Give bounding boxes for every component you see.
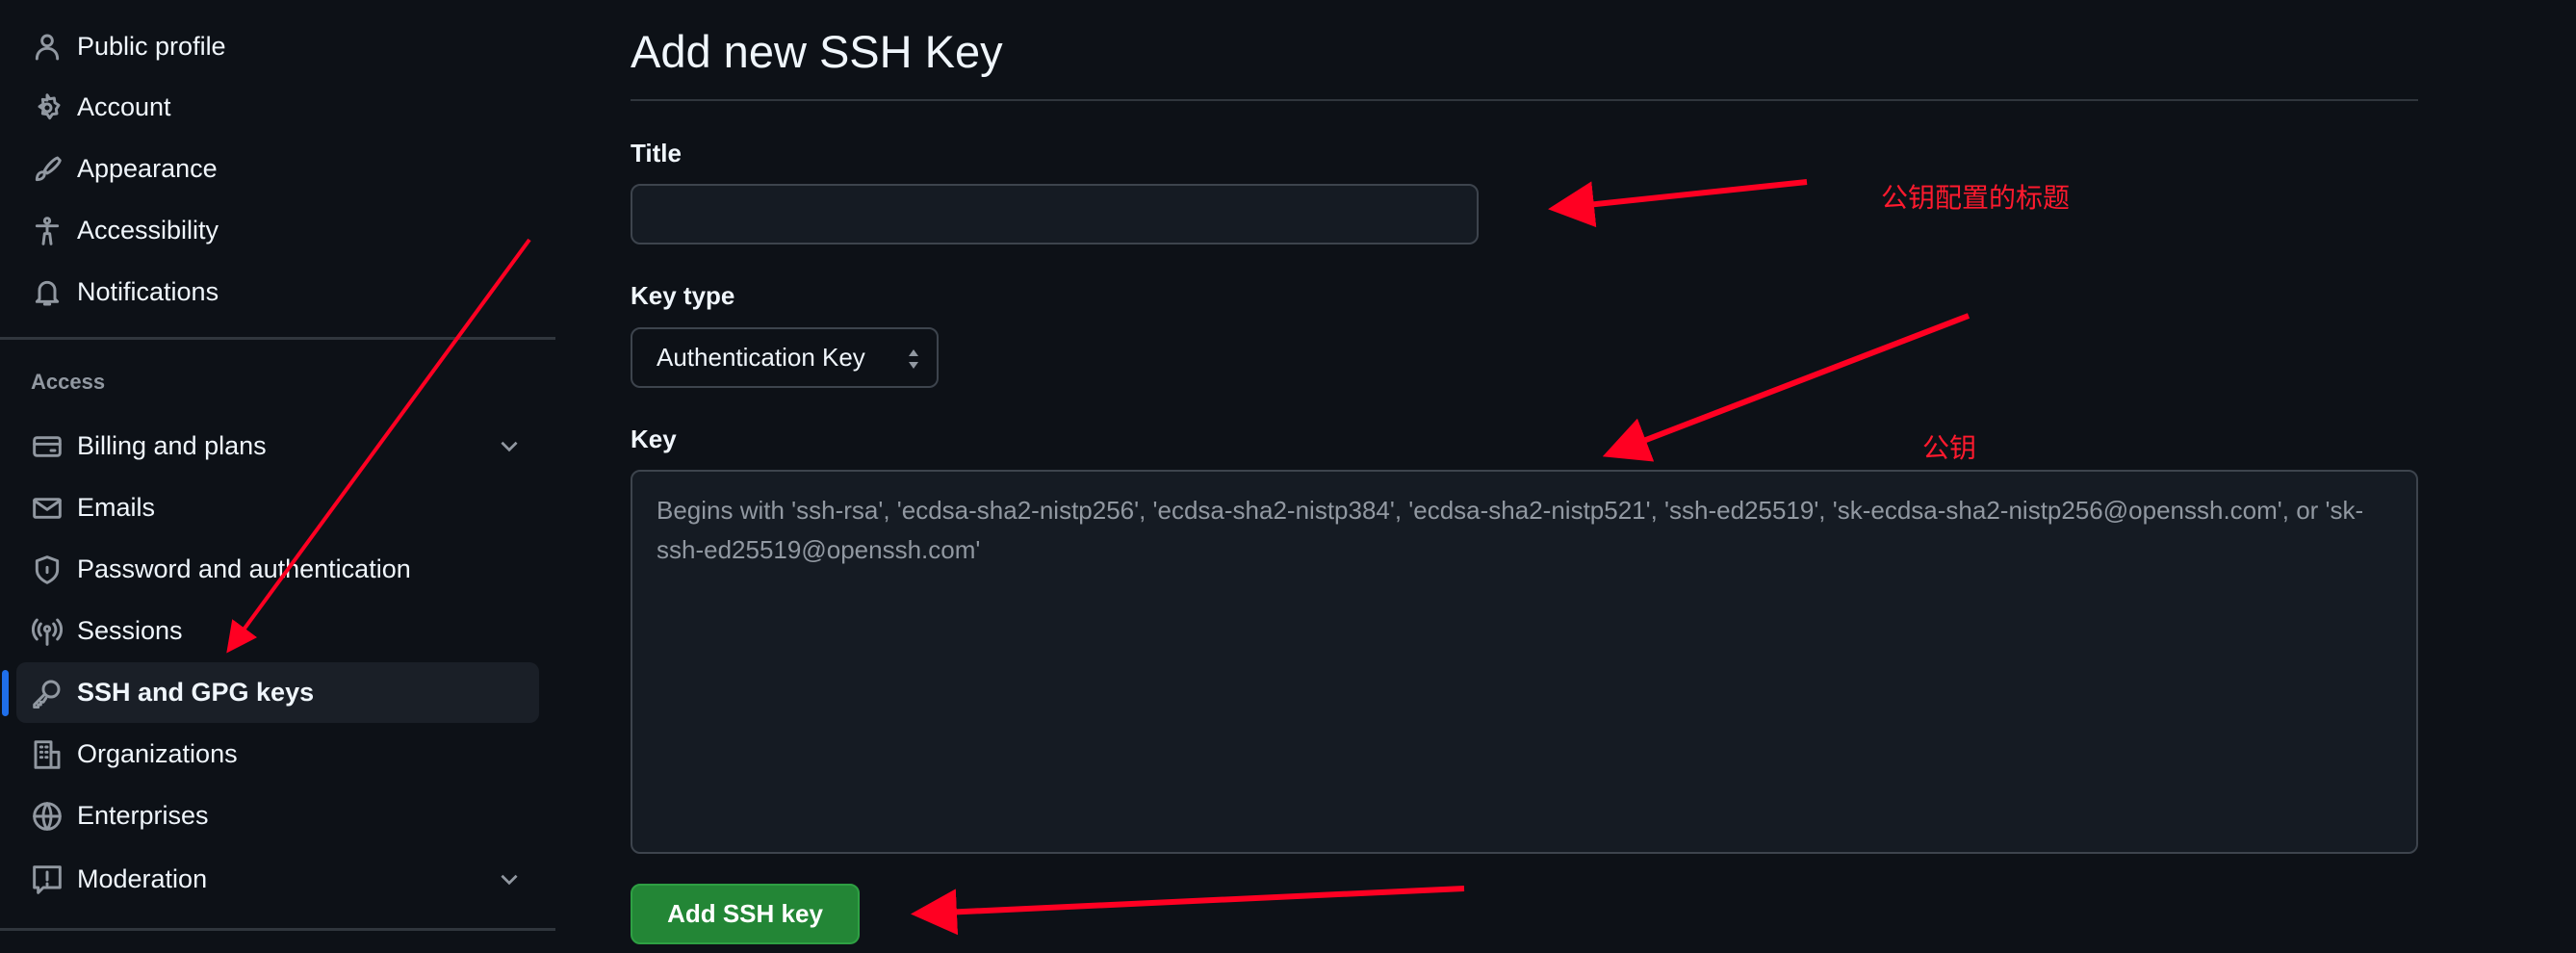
annotation-arrow-key [1602,313,1971,462]
sidebar-item-label: Moderation [77,864,208,893]
accessibility-icon [31,215,64,247]
sidebar-item-account[interactable]: Account [16,77,539,138]
globe-icon [31,800,64,833]
sidebar-section-access: Access [31,370,106,394]
mail-icon [31,492,64,525]
sidebar-item-emails[interactable]: Emails [16,477,539,538]
annotation-title-note: 公钥配置的标题 [1881,183,2071,213]
key-type-value: Authentication Key [657,343,865,372]
sidebar-item-label: Organizations [77,739,238,768]
add-ssh-key-button[interactable]: Add SSH key [631,884,860,944]
sidebar-item-organizations[interactable]: Organizations [16,724,539,785]
select-arrows-icon [909,349,918,369]
title-input[interactable] [631,184,1479,245]
shield-lock-icon [31,554,64,586]
sidebar-item-label: Sessions [77,616,183,645]
sidebar-item-label: SSH and GPG keys [77,678,315,707]
sidebar-item-password[interactable]: Password and authentication [16,539,539,600]
sidebar-item-label: Emails [77,493,156,522]
sidebar-item-label: Billing and plans [77,431,267,460]
title-divider [631,99,2418,101]
gear-icon [31,91,64,124]
active-indicator [2,670,9,716]
organization-icon [31,738,64,771]
chevron-down-icon[interactable] [497,433,522,458]
sidebar-item-label: Accessibility [77,216,219,245]
key-type-label: Key type [631,281,735,310]
person-icon [31,31,64,64]
chevron-down-icon[interactable] [497,866,522,891]
sidebar-item-accessibility[interactable]: Accessibility [16,200,539,261]
key-label: Key [631,425,677,453]
paintbrush-icon [31,153,64,186]
sidebar-item-appearance[interactable]: Appearance [16,139,539,199]
sidebar-item-label: Enterprises [77,801,209,830]
broadcast-icon [31,615,64,648]
sidebar-divider [0,928,555,931]
sidebar-item-label: Account [77,92,171,121]
sidebar-item-enterprises[interactable]: Enterprises [16,786,539,846]
key-type-select[interactable]: Authentication Key [631,327,939,388]
sidebar-item-label: Public profile [77,32,226,61]
bell-icon [31,276,64,309]
sidebar-item-notifications[interactable]: Notifications [16,262,539,322]
sidebar-item-label: Appearance [77,154,218,183]
key-textarea[interactable]: Begins with 'ssh-rsa', 'ecdsa-sha2-nistp… [631,470,2418,854]
sidebar-item-sessions[interactable]: Sessions [16,601,539,661]
sidebar-item-moderation[interactable]: Moderation [16,849,539,910]
title-label: Title [631,139,682,167]
page-title: Add new SSH Key [631,26,1003,77]
sidebar-item-label: Notifications [77,277,219,306]
annotation-arrow-title [1548,179,1808,228]
annotation-arrow-button [911,886,1465,936]
sidebar-item-label: Password and authentication [77,554,411,583]
sidebar-item-ssh-gpg-keys[interactable]: SSH and GPG keys [16,662,539,723]
sidebar-item-billing[interactable]: Billing and plans [16,416,539,476]
report-icon [31,863,64,896]
key-icon [31,677,64,709]
settings-sidebar: Public profile Account Appearance Access… [0,0,555,953]
annotation-key-note: 公钥 [1922,433,1977,463]
credit-card-icon [31,430,64,463]
sidebar-divider [0,337,555,340]
sidebar-item-public-profile[interactable]: Public profile [16,16,539,77]
